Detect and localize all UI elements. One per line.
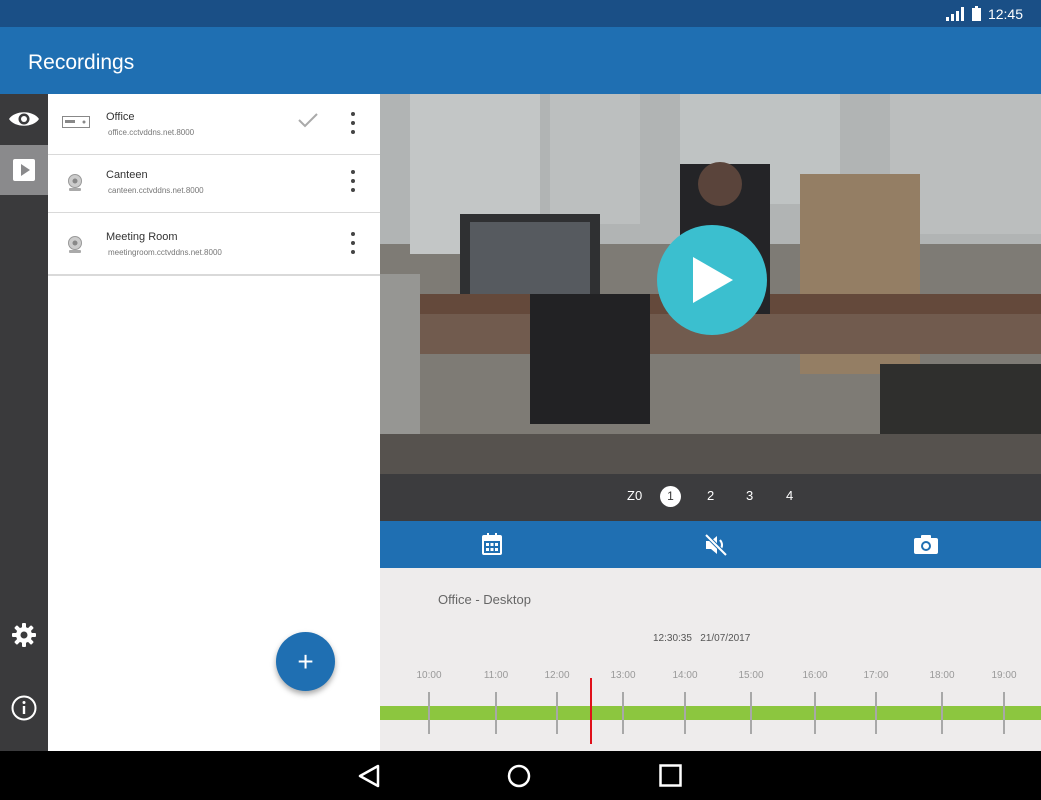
hour-tick: [814, 692, 816, 734]
hour-label: 14:00: [672, 670, 698, 681]
hour-tick: [941, 692, 943, 734]
hour-tick: [622, 692, 624, 734]
device-name: Canteen: [106, 169, 148, 181]
hour-tick: [1003, 692, 1005, 734]
list-divider: [48, 275, 380, 276]
status-icons: [946, 6, 981, 21]
page-title: Recordings: [28, 51, 135, 74]
play-icon: [693, 257, 733, 303]
add-device-button[interactable]: +: [276, 632, 335, 691]
navigation-rail: [0, 94, 48, 751]
status-time: 12:45: [987, 6, 1023, 22]
device-host: meetingroom.cctvddns.net.8000: [108, 248, 222, 257]
device-row-meeting-room[interactable]: Meeting Room meetingroom.cctvddns.net.80…: [48, 214, 380, 275]
hour-tick: [750, 692, 752, 734]
channel-2[interactable]: 2: [707, 488, 714, 503]
device-name: Office: [106, 111, 135, 123]
device-name: Meeting Room: [106, 231, 178, 243]
info-icon: [11, 695, 37, 721]
hour-label: 10:00: [416, 670, 442, 681]
timestamp-label: 12:30:35 21/07/2017: [653, 633, 751, 644]
hour-label: 12:00: [544, 670, 570, 681]
playback-toolbar: [380, 521, 1041, 568]
channel-4[interactable]: 4: [786, 488, 793, 503]
device-row-canteen[interactable]: Canteen canteen.cctvddns.net.8000: [48, 152, 380, 213]
hour-label: 15:00: [738, 670, 764, 681]
status-bar: 12:45: [0, 0, 1041, 27]
device-host: canteen.cctvddns.net.8000: [108, 186, 204, 195]
recent-apps-icon[interactable]: [659, 764, 682, 787]
channel-3[interactable]: 3: [746, 488, 753, 503]
gear-icon: [12, 623, 36, 647]
camera-icon[interactable]: [914, 535, 938, 554]
play-box-icon: [13, 159, 35, 181]
camera-label: Office - Desktop: [438, 592, 531, 607]
battery-icon: [972, 6, 981, 21]
calendar-icon[interactable]: [482, 533, 502, 555]
playhead-cursor[interactable]: [590, 678, 592, 744]
rail-item-recordings[interactable]: [0, 145, 48, 195]
recording-timeline[interactable]: Office - Desktop 12:30:35 21/07/2017 10:…: [380, 568, 1041, 751]
dvr-icon: [62, 116, 90, 128]
webcam-icon: [68, 236, 82, 253]
hour-tick: [495, 692, 497, 734]
home-icon[interactable]: [507, 764, 531, 788]
hour-label: 17:00: [863, 670, 889, 681]
rail-item-info[interactable]: [0, 683, 48, 733]
app-bar: Recordings: [0, 27, 1041, 94]
eye-icon: [9, 112, 39, 126]
hour-tick: [428, 692, 430, 734]
signal-icon: [946, 6, 964, 21]
hour-label: 13:00: [610, 670, 636, 681]
channel-selector: Z0 1 2 3 4: [380, 474, 1041, 521]
device-host: office.cctvddns.net.8000: [108, 128, 195, 137]
hour-label: 19:00: [991, 670, 1017, 681]
rail-item-live-view[interactable]: [0, 94, 48, 144]
hour-tick: [556, 692, 558, 734]
hour-label: 16:00: [802, 670, 828, 681]
zoom-label[interactable]: Z0: [627, 488, 642, 503]
hour-tick: [684, 692, 686, 734]
more-options-icon[interactable]: [350, 170, 356, 192]
device-row-office[interactable]: Office office.cctvddns.net.8000: [48, 94, 380, 155]
more-options-icon[interactable]: [350, 112, 356, 134]
hour-label: 11:00: [483, 670, 509, 681]
hour-label: 18:00: [929, 670, 955, 681]
video-preview[interactable]: [380, 94, 1041, 474]
more-options-icon[interactable]: [350, 232, 356, 254]
check-icon: [298, 113, 318, 128]
hour-tick: [875, 692, 877, 734]
back-icon[interactable]: [358, 764, 380, 788]
mute-icon[interactable]: [704, 534, 728, 556]
rail-item-settings[interactable]: [0, 610, 48, 660]
webcam-icon: [68, 174, 82, 191]
play-button[interactable]: [657, 225, 767, 335]
system-nav-bar: [0, 751, 1041, 800]
channel-1[interactable]: 1: [660, 486, 681, 507]
